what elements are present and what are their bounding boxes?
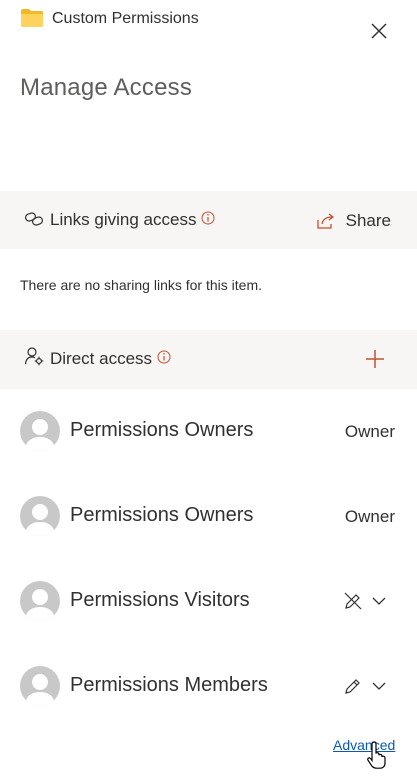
page-title: Manage Access: [20, 74, 193, 101]
direct-access-section-header: Direct access: [0, 330, 417, 389]
no-links-message: There are no sharing links for this item…: [20, 277, 262, 293]
avatar: [20, 666, 60, 706]
hand-cursor-icon: [367, 741, 386, 769]
share-button[interactable]: Share: [316, 210, 391, 232]
manage-access-panel: Custom Permissions Manage Access Links g…: [0, 0, 417, 779]
avatar: [20, 411, 60, 451]
folder-icon: [21, 9, 43, 27]
permission-dropdown[interactable]: [343, 676, 391, 696]
add-icon[interactable]: [364, 348, 386, 370]
member-row[interactable]: Permissions Visitors: [0, 581, 417, 641]
chevron-down-icon: [372, 597, 386, 605]
share-label: Share: [345, 211, 391, 230]
link-icon: [24, 212, 44, 226]
links-section-header: Links giving access Share: [0, 191, 417, 249]
info-icon[interactable]: [157, 350, 171, 364]
member-row[interactable]: Permissions Members: [0, 666, 417, 726]
links-section-label: Links giving access: [50, 210, 197, 229]
member-name: Permissions Members: [70, 674, 268, 696]
item-name: Custom Permissions: [52, 10, 199, 27]
member-name: Permissions Owners: [70, 419, 254, 441]
avatar: [20, 581, 60, 621]
member-row[interactable]: Permissions Owners Owner: [0, 411, 417, 471]
person-settings-icon: [24, 347, 44, 366]
avatar: [20, 496, 60, 536]
permission-dropdown[interactable]: [343, 591, 391, 611]
member-name: Permissions Visitors: [70, 589, 250, 611]
member-name: Permissions Owners: [70, 504, 254, 526]
member-row[interactable]: Permissions Owners Owner: [0, 496, 417, 556]
close-icon[interactable]: [368, 20, 390, 42]
member-role: Owner: [344, 507, 395, 526]
chevron-down-icon: [372, 682, 386, 690]
share-icon: [316, 213, 334, 229]
direct-access-label: Direct access: [50, 349, 153, 368]
edit-icon: [345, 679, 360, 694]
member-role: Owner: [344, 422, 395, 441]
info-icon[interactable]: [201, 211, 215, 225]
no-edit-icon: [344, 592, 362, 610]
